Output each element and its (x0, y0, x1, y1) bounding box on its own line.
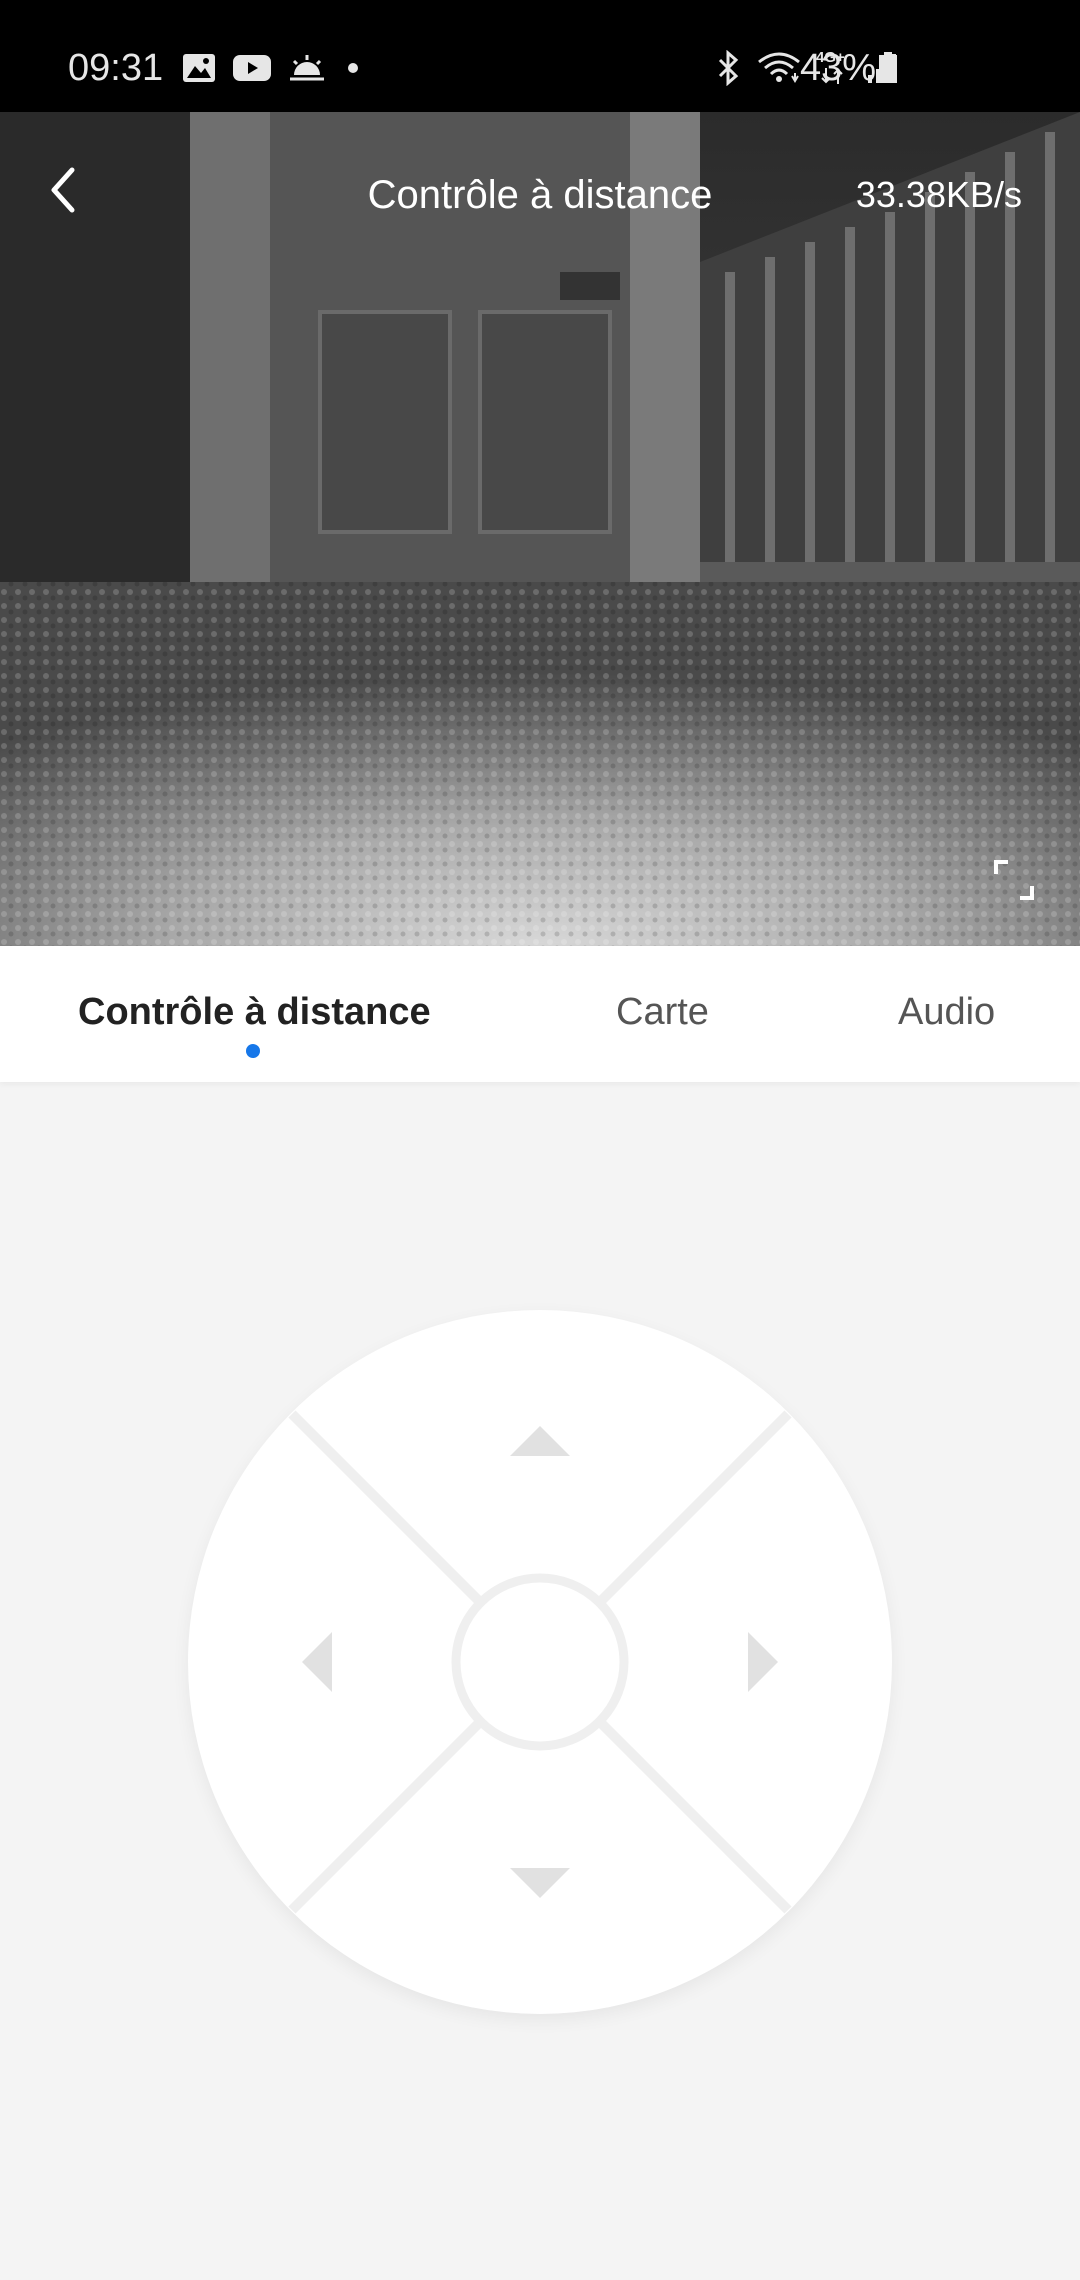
battery-percent: 43% (800, 47, 877, 89)
wifi-icon (758, 52, 800, 83)
bluetooth-icon (718, 50, 739, 86)
tab-bar: Contrôle à distance Carte Audio (0, 946, 1080, 1082)
battery-icon (879, 52, 897, 83)
arrow-down-button[interactable] (508, 1864, 572, 1904)
camera-feed[interactable]: Contrôle à distance 33.38KB/s (0, 112, 1080, 946)
youtube-icon (233, 55, 271, 81)
status-bar: 09:31 4G+ 43% (0, 0, 1080, 112)
arrow-right-button[interactable] (744, 1630, 784, 1694)
weather-icon (290, 55, 324, 81)
direction-pad[interactable] (188, 1310, 892, 2014)
tab-audio[interactable]: Audio (898, 986, 995, 1038)
fullscreen-icon[interactable] (992, 858, 1036, 902)
tab-map[interactable]: Carte (616, 986, 709, 1038)
camera-image (0, 112, 1080, 946)
arrow-up-button[interactable] (508, 1420, 572, 1460)
active-tab-indicator (246, 1044, 260, 1058)
stream-speed: 33.38KB/s (855, 174, 1022, 215)
dot-icon (348, 63, 358, 73)
gallery-icon (183, 54, 215, 82)
arrow-left-button[interactable] (296, 1630, 336, 1694)
tab-remote-control[interactable]: Contrôle à distance (78, 986, 431, 1038)
status-time: 09:31 (68, 47, 164, 89)
center-button[interactable] (460, 1582, 620, 1742)
